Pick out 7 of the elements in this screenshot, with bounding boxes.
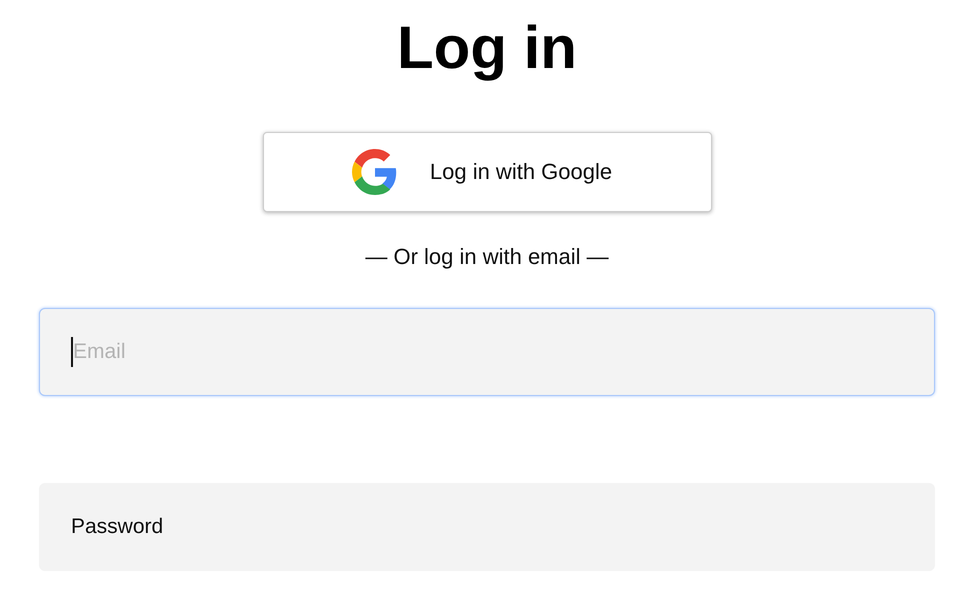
google-logo-icon <box>352 149 398 195</box>
email-field[interactable]: Email <box>39 308 935 396</box>
divider-text: — Or log in with email — <box>365 243 609 271</box>
google-login-button[interactable]: Log in with Google <box>262 132 712 212</box>
page-title: Log in <box>397 14 577 82</box>
password-field[interactable]: Password <box>39 483 935 571</box>
text-cursor <box>71 337 73 367</box>
